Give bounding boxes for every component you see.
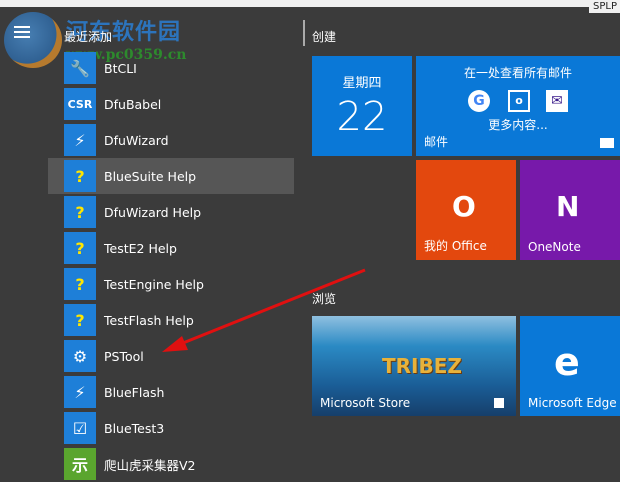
- top-strip-text: SPLP: [589, 0, 620, 13]
- red-arrow-annotation: [162, 268, 366, 352]
